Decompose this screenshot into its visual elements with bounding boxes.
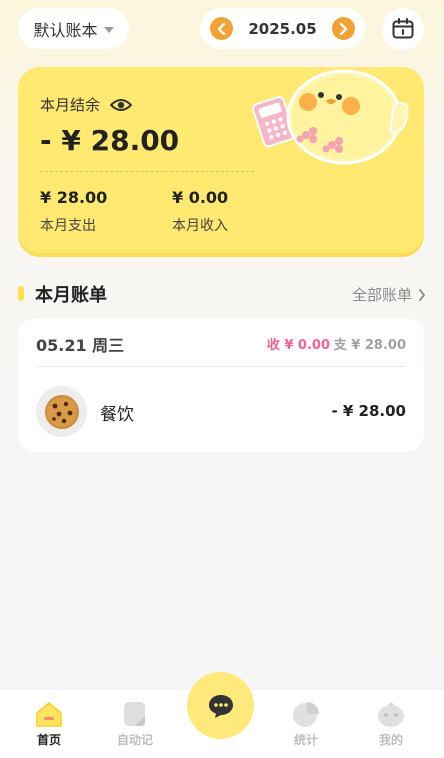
expense-stat: ¥ 28.00 本月支出 — [40, 188, 107, 235]
profile-icon — [378, 702, 404, 727]
calendar-icon — [392, 18, 414, 39]
all-bills-label: 全部账单 — [351, 286, 412, 304]
eye-icon[interactable] — [110, 97, 133, 113]
calendar-button[interactable] — [382, 8, 424, 50]
chick-mascot-illustration — [252, 69, 409, 165]
day-expense-total: 支 ¥ 28.00 — [333, 338, 406, 353]
bill-category: 餐饮 — [100, 405, 134, 425]
tab-auto-record-label: 自动记 — [116, 733, 153, 747]
note-icon — [124, 702, 145, 726]
chat-button[interactable] — [187, 672, 254, 739]
section-accent-bar — [18, 286, 24, 301]
divider — [36, 366, 406, 367]
tab-home-label: 首页 — [36, 733, 61, 747]
income-stat: ¥ 0.00 本月收入 — [172, 188, 228, 235]
day-bill-card: 05.21 周三 收 ¥ 0.00 支 ¥ 28.00 餐饮 - ¥ 28.00 — [18, 318, 424, 452]
ledger-name: 默认账本 — [33, 20, 98, 40]
tab-auto-record[interactable]: 自动记 — [95, 700, 175, 748]
ledger-selector[interactable]: 默认账本 — [18, 8, 129, 49]
bills-section-title: 本月账单 — [35, 285, 107, 306]
income-label: 本月收入 — [172, 218, 228, 234]
tab-statistics[interactable]: 统计 — [266, 700, 346, 748]
divider — [40, 171, 254, 172]
tab-home[interactable]: 首页 — [9, 700, 89, 748]
expense-value: ¥ 28.00 — [40, 188, 108, 207]
balance-label-row: 本月结余 — [40, 94, 133, 115]
chevron-right-icon — [419, 288, 426, 301]
current-month[interactable]: 2025.05 — [248, 20, 316, 38]
chevron-left-icon[interactable] — [210, 17, 233, 40]
balance-value: - ¥ 28.00 — [40, 124, 180, 157]
cookie-icon — [36, 386, 87, 437]
balance-label: 本月结余 — [40, 96, 101, 114]
month-switcher: 2025.05 — [200, 8, 365, 49]
expense-label: 本月支出 — [40, 218, 96, 234]
day-income-total: 收 ¥ 0.00 — [266, 338, 330, 353]
income-value: ¥ 0.00 — [172, 188, 229, 207]
chevron-right-icon[interactable] — [331, 17, 355, 40]
bill-day-date: 05.21 周三 — [36, 336, 125, 355]
all-bills-link[interactable]: 全部账单 — [352, 284, 426, 305]
tab-profile-label: 我的 — [378, 733, 403, 747]
caret-down-icon — [103, 26, 114, 33]
tab-profile[interactable]: 我的 — [351, 700, 431, 748]
month-summary-card: 本月结余 - ¥ 28.00 ¥ 28.00 本月支出 ¥ 0.00 本月收入 — [18, 67, 424, 257]
pie-chart-icon — [293, 702, 319, 727]
home-icon — [36, 702, 62, 727]
chat-bubble-icon — [208, 694, 233, 718]
bill-amount: - ¥ 28.00 — [331, 402, 406, 420]
tab-statistics-label: 统计 — [293, 733, 318, 747]
